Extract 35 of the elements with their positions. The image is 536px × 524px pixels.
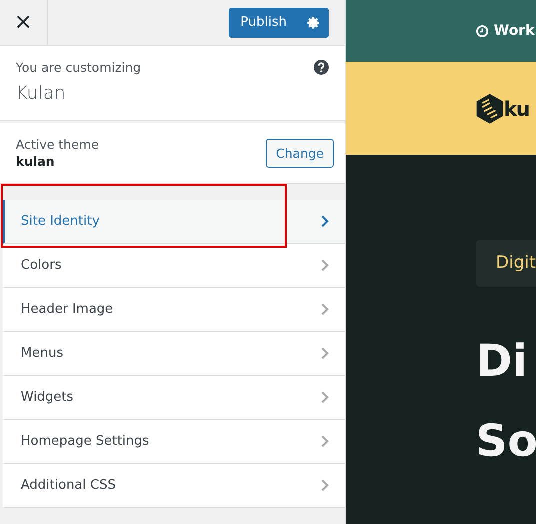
chevron-right-icon bbox=[321, 479, 329, 492]
section-item[interactable]: Menus bbox=[3, 332, 345, 376]
section-label: Header Image bbox=[21, 302, 114, 317]
theme-name: kulan bbox=[16, 154, 56, 169]
section-item[interactable]: Homepage Settings bbox=[3, 420, 345, 464]
section-label: Site Identity bbox=[21, 214, 100, 229]
section-label: Homepage Settings bbox=[21, 434, 150, 449]
section-item[interactable]: Site Identity bbox=[3, 200, 345, 244]
close-button[interactable]: × bbox=[0, 0, 48, 45]
section-label: Additional CSS bbox=[21, 478, 116, 493]
logo-text: ku bbox=[504, 96, 530, 120]
section-item[interactable]: Additional CSS bbox=[3, 464, 345, 508]
chevron-right-icon bbox=[321, 303, 329, 316]
hero-badge: Digit bbox=[476, 240, 536, 287]
logo-icon bbox=[476, 92, 504, 124]
section-label: Widgets bbox=[21, 390, 74, 405]
site-title: Kulan bbox=[16, 83, 67, 104]
section-item[interactable]: Header Image bbox=[3, 288, 345, 332]
change-button[interactable]: Change bbox=[266, 138, 334, 168]
hero-heading: Di bbox=[476, 335, 528, 389]
help-icon[interactable] bbox=[314, 60, 329, 75]
section-label: Menus bbox=[21, 346, 64, 361]
chevron-right-icon bbox=[321, 215, 329, 228]
section-label: Colors bbox=[21, 258, 62, 273]
section-item[interactable]: Colors bbox=[3, 244, 345, 288]
customizing-label: You are customizing bbox=[16, 60, 142, 75]
chevron-right-icon bbox=[321, 435, 329, 448]
chevron-right-icon bbox=[321, 391, 329, 404]
top-bar-text: Work bbox=[494, 23, 535, 39]
active-theme-label: Active theme bbox=[16, 137, 100, 152]
section-item[interactable]: Widgets bbox=[3, 376, 345, 420]
settings-icon bbox=[307, 16, 321, 30]
chevron-right-icon bbox=[321, 347, 329, 360]
chevron-right-icon bbox=[321, 259, 329, 272]
clock-icon bbox=[476, 24, 489, 38]
